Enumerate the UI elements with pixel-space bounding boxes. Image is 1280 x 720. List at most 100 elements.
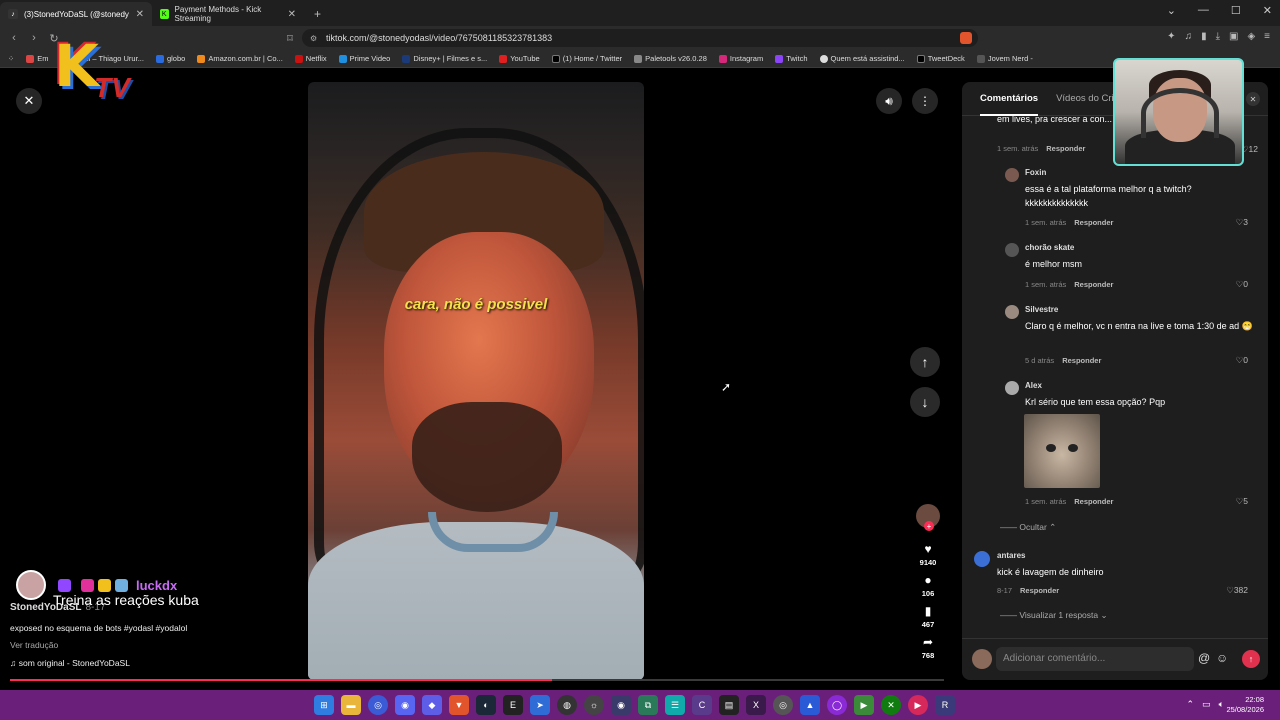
- close-panel-icon[interactable]: ✕: [1246, 92, 1260, 106]
- send-comment-button[interactable]: ↑: [1242, 650, 1260, 668]
- app-icon[interactable]: R: [935, 695, 955, 715]
- like-comment-button[interactable]: ♡5: [1236, 496, 1248, 507]
- windows-start-icon[interactable]: ⊞: [314, 695, 334, 715]
- reply-button[interactable]: Responder: [1074, 280, 1113, 289]
- menu-icon[interactable]: ≡: [1264, 31, 1270, 42]
- music-icon[interactable]: ♫: [1185, 31, 1193, 42]
- forward-icon[interactable]: ›: [24, 32, 44, 44]
- comment-avatar[interactable]: [1005, 305, 1019, 319]
- creator-avatar[interactable]: +: [916, 504, 940, 531]
- bookmark-globo[interactable]: globo: [155, 54, 185, 63]
- app-icon[interactable]: ⧉: [638, 695, 658, 715]
- bookmark-quem[interactable]: Quem está assistind...: [819, 54, 905, 63]
- brave-icon[interactable]: ▼: [449, 695, 469, 715]
- app-icon[interactable]: ▲: [800, 695, 820, 715]
- comment-avatar[interactable]: [974, 551, 990, 567]
- volume-icon[interactable]: 🔊︎: [876, 88, 902, 114]
- bookmark-tweetdeck[interactable]: TweetDeck: [916, 54, 965, 63]
- app-icon[interactable]: ◉: [611, 695, 631, 715]
- previous-video-button[interactable]: ↑: [910, 347, 940, 377]
- sound-link[interactable]: ♫ som original - StonedYoDaSL: [10, 658, 130, 668]
- bookmark-gmail[interactable]: Em: [26, 54, 49, 63]
- bookmark-prime[interactable]: Prime Video: [338, 54, 390, 63]
- comment-author[interactable]: Silvestre: [1025, 305, 1058, 314]
- comment-author[interactable]: Alex: [1025, 381, 1042, 390]
- maximize-icon[interactable]: ☐: [1231, 4, 1241, 17]
- xbox-icon[interactable]: ✕: [881, 695, 901, 715]
- discord-icon[interactable]: ◉: [395, 695, 415, 715]
- like-comment-button[interactable]: ♡0: [1236, 355, 1248, 366]
- file-explorer-icon[interactable]: ▬: [341, 695, 361, 715]
- browser-icon[interactable]: ◎: [368, 695, 388, 715]
- bookmark-twitch[interactable]: Twitch: [775, 54, 808, 63]
- reply-button[interactable]: Responder: [1074, 497, 1113, 506]
- comment-avatar[interactable]: [1005, 243, 1019, 257]
- tab-creator-videos[interactable]: Vídeos do Cri: [1056, 82, 1114, 116]
- new-tab-button[interactable]: +: [304, 2, 331, 26]
- app-icon[interactable]: ◯: [827, 695, 847, 715]
- tab-kick[interactable]: K Payment Methods - Kick Streaming ✕: [152, 2, 304, 26]
- wallet-icon[interactable]: ▣: [1229, 31, 1238, 42]
- steam-icon[interactable]: ◐: [476, 695, 496, 715]
- app-icon[interactable]: ☼: [584, 695, 604, 715]
- app-icon[interactable]: ➤: [530, 695, 550, 715]
- epic-icon[interactable]: E: [503, 695, 523, 715]
- like-button[interactable]: ♥ 9140: [920, 542, 937, 567]
- bookmark-paletools[interactable]: Paletools v26.0.28: [634, 54, 707, 63]
- url-field[interactable]: ⚙ tiktok.com/@stonedyodasl/video/7675081…: [302, 29, 978, 47]
- video-player[interactable]: cara, não é possivel: [308, 82, 644, 680]
- minimize-icon[interactable]: —: [1198, 4, 1209, 17]
- shield-icon[interactable]: ◈: [1247, 31, 1255, 42]
- reply-button[interactable]: Responder: [1046, 144, 1085, 153]
- save-button[interactable]: ▮ 467: [922, 604, 935, 629]
- brave-shield-icon[interactable]: [960, 32, 972, 44]
- app-icon[interactable]: ▤: [719, 695, 739, 715]
- obs-icon[interactable]: ◍: [557, 695, 577, 715]
- speaker-icon[interactable]: 🔈︎: [1219, 699, 1224, 710]
- bookmark-twitter[interactable]: (1) Home / Twitter: [551, 54, 622, 63]
- bookmark-disney[interactable]: Disney+ | Filmes e s...: [402, 54, 487, 63]
- network-icon[interactable]: ▭: [1202, 699, 1211, 710]
- reply-button[interactable]: Responder: [1074, 218, 1113, 227]
- close-tab-icon[interactable]: ✕: [288, 9, 296, 20]
- mention-icon[interactable]: @: [1198, 651, 1210, 665]
- close-window-icon[interactable]: ✕: [1263, 4, 1272, 17]
- bookmark-netflix[interactable]: Netflix: [294, 54, 327, 63]
- comment-author[interactable]: Foxin: [1025, 168, 1046, 177]
- emoji-icon[interactable]: ☺: [1216, 651, 1228, 665]
- bookmark-instagram[interactable]: Instagram: [718, 54, 763, 63]
- close-video-button[interactable]: ✕: [16, 88, 42, 114]
- like-comment-button[interactable]: ♡382: [1226, 585, 1248, 596]
- share-button[interactable]: ➦ 768: [922, 635, 935, 660]
- sidebar-icon[interactable]: ▮: [1201, 31, 1207, 42]
- app-icon[interactable]: ◎: [773, 695, 793, 715]
- reply-button[interactable]: Responder: [1062, 356, 1101, 365]
- back-icon[interactable]: ‹: [4, 32, 24, 44]
- cat-image[interactable]: [1024, 414, 1100, 488]
- bookmark-icon[interactable]: ⌑: [280, 32, 300, 45]
- download-icon[interactable]: ⤓: [1216, 31, 1220, 42]
- like-comment-button[interactable]: ♡0: [1236, 279, 1248, 290]
- app-icon[interactable]: X: [746, 695, 766, 715]
- translate-link[interactable]: Ver tradução: [10, 640, 58, 650]
- more-options-icon[interactable]: ⋮: [912, 88, 938, 114]
- follow-icon[interactable]: +: [924, 521, 934, 531]
- bookmark-jovemnerd[interactable]: Jovem Nerd -: [976, 54, 1033, 63]
- hide-replies-button[interactable]: —— Ocultar ⌃: [1000, 522, 1056, 533]
- view-replies-button[interactable]: —— Visualizar 1 resposta ⌄: [1000, 610, 1108, 621]
- next-video-button[interactable]: ↓: [910, 387, 940, 417]
- like-comment-button[interactable]: ♡3: [1236, 217, 1248, 228]
- comment-author[interactable]: chorão skate: [1025, 243, 1074, 252]
- bookmark-youtube[interactable]: YouTube: [499, 54, 540, 63]
- apps-icon[interactable]: ⁘: [8, 54, 14, 63]
- tray-chevron-icon[interactable]: ⌃: [1187, 699, 1195, 710]
- comment-avatar[interactable]: [1005, 168, 1019, 182]
- video-progress-bar[interactable]: [10, 679, 944, 681]
- app-icon[interactable]: C: [692, 695, 712, 715]
- bookmark-amazon[interactable]: Amazon.com.br | Co...: [197, 54, 283, 63]
- clock[interactable]: 22:08 25/08/2026: [1226, 695, 1264, 715]
- app-icon[interactable]: ☰: [665, 695, 685, 715]
- comment-avatar[interactable]: [1005, 381, 1019, 395]
- reply-button[interactable]: Responder: [1020, 586, 1059, 595]
- nvidia-icon[interactable]: ▶: [854, 695, 874, 715]
